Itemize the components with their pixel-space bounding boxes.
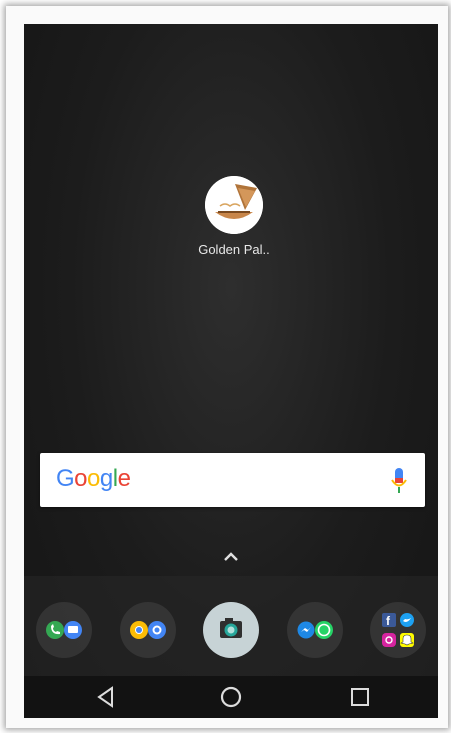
google-logo: Google	[56, 465, 131, 493]
messenger-whatsapp-folder[interactable]	[287, 602, 343, 658]
chevron-up-icon[interactable]	[222, 550, 240, 562]
app-label: Golden Pal..	[198, 242, 270, 257]
camera-app[interactable]	[203, 602, 259, 658]
phone-messages-folder[interactable]	[36, 602, 92, 658]
social-folder[interactable]: f	[370, 602, 426, 658]
home-screen: Golden Pal.. Google f	[24, 24, 438, 718]
camera-icon	[220, 618, 242, 638]
google-search-bar[interactable]: Google	[40, 453, 425, 507]
back-icon[interactable]	[96, 686, 116, 708]
logo-letter: g	[99, 465, 113, 492]
logo-letter: G	[56, 465, 75, 492]
chrome-folder[interactable]	[120, 602, 176, 658]
home-icon[interactable]	[220, 686, 242, 708]
recents-icon[interactable]	[350, 686, 370, 708]
dock: f	[24, 576, 438, 676]
golden-palace-app[interactable]: Golden Pal..	[192, 176, 276, 257]
navigation-bar	[24, 676, 438, 718]
phone-icon	[46, 621, 64, 639]
instagram-icon	[382, 633, 396, 647]
logo-letter: o	[74, 465, 88, 492]
logo-letter: o	[87, 465, 100, 492]
logo-letter: e	[117, 465, 131, 492]
mic-icon[interactable]	[391, 467, 407, 495]
golden-palace-icon	[205, 176, 263, 234]
